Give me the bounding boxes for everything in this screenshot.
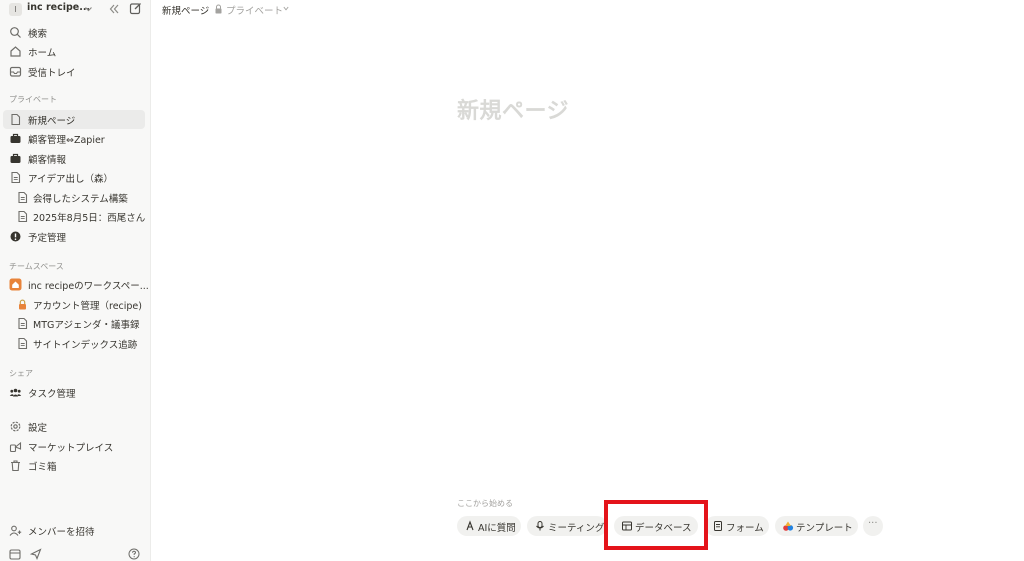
sidebar-item-marketplace[interactable]: マーケットプレイス bbox=[3, 437, 145, 456]
start-here-label: ここから始める bbox=[457, 499, 513, 508]
ai-ask-button[interactable]: AIに質問 bbox=[457, 516, 521, 536]
chip-label: テンプレート bbox=[796, 523, 853, 534]
help-icon[interactable] bbox=[128, 548, 140, 560]
page-icon bbox=[18, 337, 28, 350]
send-icon[interactable] bbox=[30, 548, 42, 560]
sidebar-item-label: マーケットプレイス bbox=[28, 443, 114, 454]
page-icon bbox=[11, 171, 21, 184]
chip-label: AIに質問 bbox=[478, 523, 516, 534]
calendar-icon[interactable] bbox=[9, 548, 21, 560]
sidebar-item-home[interactable]: ホーム bbox=[3, 42, 145, 61]
sidebar-item-label: ゴミ箱 bbox=[28, 462, 57, 473]
more-options-button[interactable]: ··· bbox=[863, 516, 883, 536]
chip-label: フォーム bbox=[726, 523, 764, 534]
sidebar-item-label: 設定 bbox=[28, 423, 48, 434]
add-member-icon bbox=[9, 525, 22, 536]
lock-icon bbox=[19, 299, 26, 310]
new-page-icon[interactable] bbox=[129, 2, 142, 15]
sidebar-item-label: アイデア出し（森） bbox=[28, 174, 114, 185]
more-icon: ··· bbox=[868, 518, 878, 529]
sidebar-item-customer-zapier[interactable]: 顧客管理⇔Zapier bbox=[3, 129, 145, 148]
highlight-box bbox=[604, 500, 708, 550]
sidebar-item-label: タスク管理 bbox=[28, 389, 76, 400]
sidebar-item-system-build[interactable]: 会得したシステム構築 bbox=[3, 188, 145, 207]
page-icon bbox=[18, 191, 28, 204]
chip-label: ミーティング bbox=[548, 523, 605, 534]
sidebar-item-label: 検索 bbox=[28, 29, 48, 40]
form-icon bbox=[714, 521, 722, 531]
briefcase-icon bbox=[10, 133, 21, 143]
home-icon bbox=[10, 46, 21, 57]
sidebar-item-settings[interactable]: 設定 bbox=[3, 417, 145, 436]
page-icon bbox=[18, 210, 28, 223]
sidebar-item-label: 新規ページ bbox=[28, 116, 76, 127]
sidebar-item-label: MTGアジェンダ・議事録 bbox=[33, 320, 140, 331]
meeting-button[interactable]: ミーティング bbox=[527, 516, 607, 536]
workspace-name: inc recipe... bbox=[27, 2, 91, 13]
sidebar-item-search[interactable]: 検索 bbox=[3, 23, 145, 42]
chevron-down-icon[interactable] bbox=[84, 3, 93, 15]
microphone-icon bbox=[536, 521, 544, 531]
sidebar-item-task-management[interactable]: タスク管理 bbox=[3, 383, 145, 402]
sidebar-item-label: 会得したシステム構築 bbox=[33, 194, 128, 205]
breadcrumb-privacy[interactable]: プライベート bbox=[226, 3, 283, 17]
sidebar-item-label: アカウント管理（recipe) bbox=[33, 301, 142, 312]
sidebar-item-label: 顧客管理⇔Zapier bbox=[28, 135, 105, 146]
house-icon bbox=[9, 278, 22, 291]
chevron-down-icon[interactable] bbox=[283, 6, 289, 11]
sidebar-item-customer-info[interactable]: 顧客情報 bbox=[3, 149, 145, 168]
inbox-icon bbox=[9, 66, 22, 77]
sidebar-item-account-management[interactable]: アカウント管理（recipe) bbox=[3, 295, 145, 314]
sidebar-item-label: inc recipeのワークスペー... bbox=[28, 281, 149, 292]
section-label-private[interactable]: プライベート bbox=[9, 94, 57, 105]
page-icon bbox=[18, 317, 28, 330]
sidebar-item-schedule[interactable]: 予定管理 bbox=[3, 227, 145, 246]
sidebar-item-invite[interactable]: メンバーを招待 bbox=[3, 521, 145, 540]
form-button[interactable]: フォーム bbox=[705, 516, 769, 536]
sidebar-item-trash[interactable]: ゴミ箱 bbox=[3, 456, 145, 475]
lock-icon bbox=[215, 4, 222, 14]
sidebar-item-site-index[interactable]: サイトインデックス追跡 bbox=[3, 334, 145, 353]
gear-icon bbox=[10, 421, 21, 432]
sidebar-item-workspace[interactable]: inc recipeのワークスペー... bbox=[3, 275, 149, 294]
sidebar-item-label: 予定管理 bbox=[28, 233, 67, 244]
briefcase-icon bbox=[10, 153, 21, 163]
ai-icon bbox=[466, 520, 474, 531]
template-icon bbox=[783, 521, 794, 531]
top-bar: 新規ページ プライベート bbox=[151, 0, 1024, 18]
search-icon bbox=[10, 27, 21, 38]
sidebar-item-ideas[interactable]: アイデア出し（森） bbox=[3, 168, 145, 187]
page-icon bbox=[11, 113, 21, 126]
workspace-badge: I bbox=[9, 3, 22, 16]
sidebar-item-label: サイトインデックス追跡 bbox=[33, 340, 138, 351]
alert-icon bbox=[10, 231, 21, 242]
trash-icon bbox=[11, 460, 20, 472]
sidebar: I inc recipe... 検索 ホーム 受信トレイ プライベート 新規ペー… bbox=[0, 0, 151, 561]
sidebar-item-inbox[interactable]: 受信トレイ bbox=[3, 62, 145, 81]
breadcrumb-page-title[interactable]: 新規ページ bbox=[162, 3, 209, 17]
template-button[interactable]: テンプレート bbox=[775, 516, 858, 536]
sidebar-item-label: ホーム bbox=[28, 48, 57, 59]
sidebar-item-meeting-note[interactable]: 2025年8月5日：西尾さん bbox=[3, 207, 145, 226]
sidebar-item-label: メンバーを招待 bbox=[28, 527, 95, 538]
page-title[interactable]: 新規ページ bbox=[457, 93, 569, 125]
collapse-sidebar-icon[interactable] bbox=[108, 3, 120, 15]
sidebar-item-label: 顧客情報 bbox=[28, 155, 67, 166]
sidebar-item-mtg-agenda[interactable]: MTGアジェンダ・議事録 bbox=[3, 314, 145, 333]
sidebar-item-label: 受信トレイ bbox=[28, 68, 76, 79]
section-label-teamspace[interactable]: チームスペース bbox=[9, 261, 64, 272]
sidebar-item-new-page[interactable]: 新規ページ bbox=[3, 110, 145, 129]
people-icon bbox=[9, 388, 22, 397]
marketplace-icon bbox=[9, 441, 22, 453]
section-label-shared[interactable]: シェア bbox=[9, 368, 33, 379]
sidebar-item-label: 2025年8月5日：西尾さん bbox=[33, 213, 146, 224]
